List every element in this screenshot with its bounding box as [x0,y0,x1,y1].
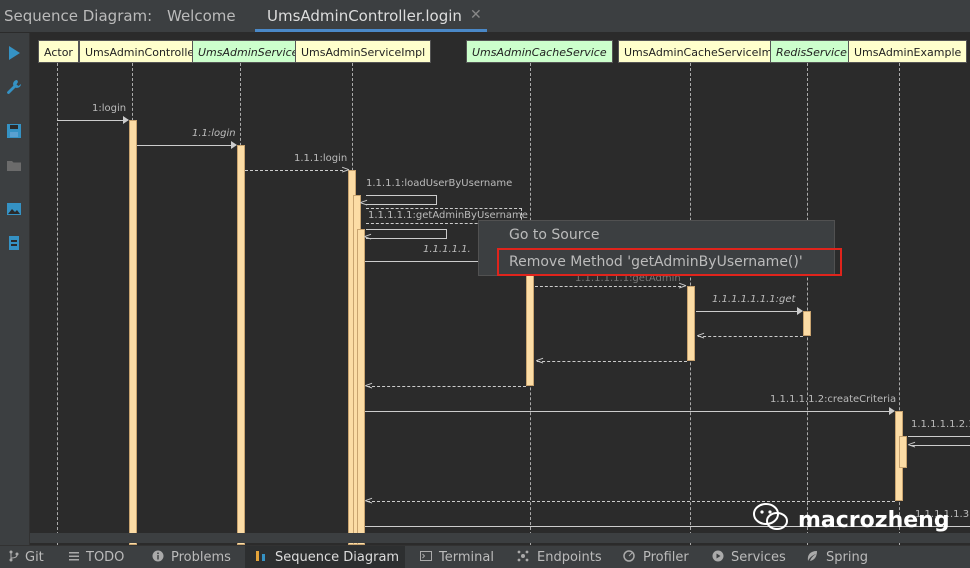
message-arrow [137,145,231,146]
info-icon [152,550,164,562]
activation-bar [129,120,137,545]
arrow-head: < [907,438,917,451]
activation-bar [899,436,907,468]
arrow-head: < [359,196,369,209]
tab-welcome[interactable]: Welcome [167,7,236,25]
participant-redis-service[interactable]: RedisService [770,40,853,63]
message-arrow [245,170,343,171]
activation-bar [803,311,811,336]
highlight-box [497,248,842,276]
horizontal-scrollbar[interactable] [30,533,970,543]
tool-spring[interactable]: Spring [826,550,868,565]
close-icon[interactable]: ✕ [470,7,482,23]
active-tab-indicator [255,29,487,32]
message-label[interactable]: 1.1.1.1.1.2:createCriteria [770,394,896,405]
arrow-head [231,141,237,149]
participant-ums-admin-service-impl[interactable]: UmsAdminServiceImpl [295,40,432,63]
participant-ums-admin-cache-service[interactable]: UmsAdminCacheService [466,40,613,63]
tab-ums-admin-controller-login[interactable]: UmsAdminController.login [267,7,462,25]
list-icon [69,552,79,561]
spring-icon [807,551,817,561]
participant-ums-admin-service[interactable]: UmsAdminService [192,40,305,63]
tool-sequence-diagram[interactable]: Sequence Diagram [275,550,399,565]
lifeline [807,63,808,545]
wechat-icon [753,503,788,530]
tool-problems[interactable]: Problems [171,550,231,565]
participant-ums-admin-example[interactable]: UmsAdminExample [848,40,968,63]
participant-ums-admin-controller[interactable]: UmsAdminController [79,40,205,63]
export-icon[interactable] [6,235,22,251]
self-call-arrow [366,229,447,239]
self-call-arrow [366,195,437,205]
tool-todo[interactable]: TODO [86,550,124,565]
activation-bar [526,269,534,386]
endpoints-icon [517,550,529,562]
tool-terminal[interactable]: Terminal [439,550,494,565]
return-arrow [367,386,526,387]
profiler-icon [623,550,635,562]
arrow-head: < [363,230,373,243]
image-icon[interactable] [6,201,22,217]
return-arrow [537,361,687,362]
tool-git[interactable]: Git [25,550,44,565]
arrow-head: < [364,379,374,392]
menu-item-go-to-source[interactable]: Go to Source [509,227,599,243]
arrow-head [797,307,803,315]
play-icon[interactable] [6,45,22,61]
return-arrow [910,445,970,446]
panel-label: Sequence Diagram: [4,7,153,25]
activation-bar [687,286,695,361]
watermark-text: macrozheng [798,508,950,533]
message-arrow [535,286,681,287]
participant-ums-admin-cache-service-impl[interactable]: UmsAdminCacheServiceImpl [618,40,789,63]
arrow-head: < [696,329,706,342]
arrow-head: > [341,163,351,176]
tool-endpoints[interactable]: Endpoints [537,550,602,565]
return-arrow [367,501,895,502]
message-label[interactable]: 1.1.1:login [294,153,347,164]
sequence-diagram-canvas[interactable]: Actor UmsAdminController UmsAdminService… [30,33,970,545]
sequence-icon [256,551,265,561]
editor-tab-bar: Sequence Diagram: Welcome UmsAdminContro… [0,0,970,33]
diagram-toolbar [0,33,30,545]
message-arrow [696,311,797,312]
tool-window-bar: Git TODO Problems Sequence Diagram Termi… [0,545,970,568]
participant-actor[interactable]: Actor [38,40,79,63]
tool-profiler[interactable]: Profiler [643,550,689,565]
terminal-icon [420,551,432,561]
message-label[interactable]: 1.1.1.1.1.2.1 [911,419,970,430]
message-label[interactable]: 1.1.1.1.1.1.1:get [712,294,795,305]
message-arrow [57,120,123,121]
message-arrow [908,436,970,437]
arrow-head [889,407,895,415]
message-label[interactable]: 1.1:login [192,128,236,139]
save-icon[interactable] [6,123,22,139]
wrench-icon[interactable] [6,79,22,95]
folder-icon[interactable] [6,157,22,173]
activation-bar [237,145,245,545]
arrow-head: < [364,494,374,507]
message-label[interactable]: 1:login [92,103,126,114]
message-arrow [365,411,889,412]
lifeline [57,63,58,545]
arrow-head: > [678,279,688,292]
arrow-head [123,116,129,124]
return-arrow [698,336,803,337]
arrow-head: < [535,354,545,367]
tool-services[interactable]: Services [731,550,786,565]
message-label[interactable]: 1.1.1.1:loadUserByUsername [366,178,512,189]
branch-icon [9,550,19,562]
message-label[interactable]: 1.1.1.1.1. [423,244,471,255]
services-icon [712,550,724,562]
